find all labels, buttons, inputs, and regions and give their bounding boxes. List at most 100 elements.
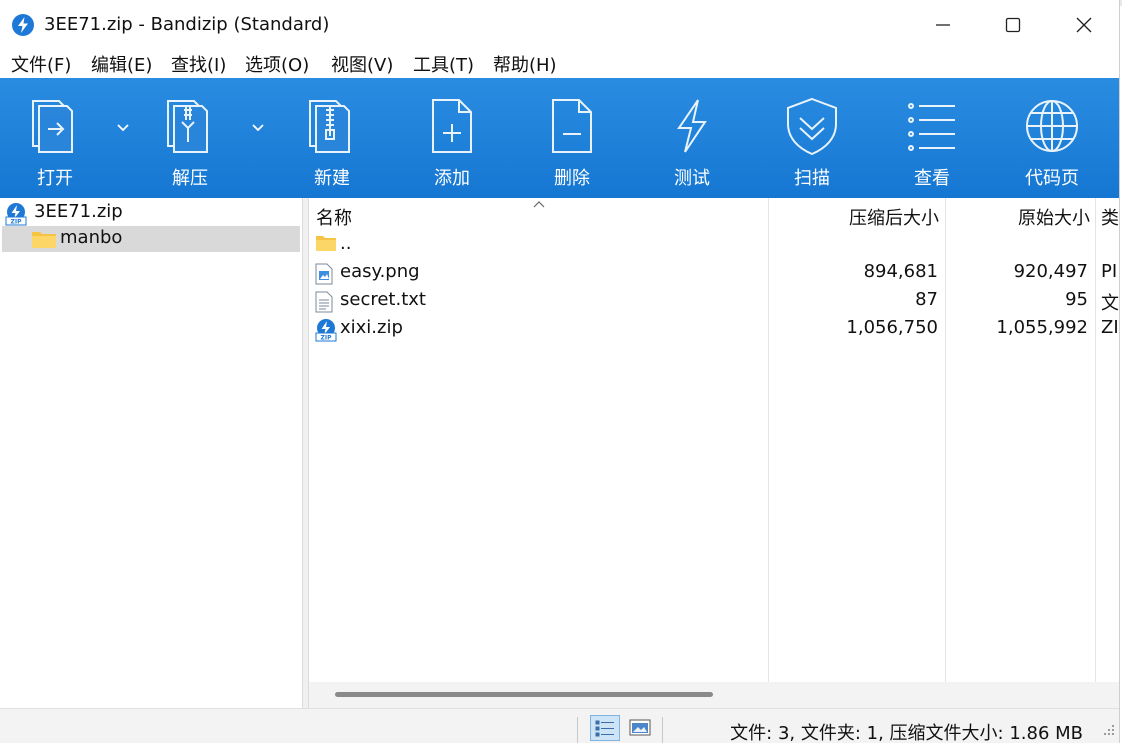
add-label: 添加 xyxy=(434,168,470,189)
file-type: PI xyxy=(1101,261,1118,282)
test-label: 测试 xyxy=(674,168,710,189)
maximize-icon xyxy=(1005,17,1021,33)
codepage-button[interactable]: 代码页 xyxy=(997,78,1107,198)
maximize-button[interactable] xyxy=(978,0,1048,50)
file-name: xixi.zip xyxy=(340,317,403,338)
list-view-icon xyxy=(908,103,955,151)
file-original-size: 95 xyxy=(1065,289,1088,310)
new-label: 新建 xyxy=(314,168,350,189)
menu-tools[interactable]: 工具(T) xyxy=(413,51,474,77)
globe-codepage-icon xyxy=(1026,100,1078,152)
column-compressed-label: 压缩后大小 xyxy=(849,208,939,229)
bandizip-window: 3EE71.zip - Bandizip (Standard) 文件(F) 编辑… xyxy=(0,0,1120,743)
status-divider xyxy=(662,717,663,743)
menu-view[interactable]: 视图(V) xyxy=(331,51,393,77)
folder-icon xyxy=(32,232,56,248)
scrollbar-thumb[interactable] xyxy=(335,692,713,697)
scan-button[interactable]: 扫描 xyxy=(757,78,867,198)
column-header-original[interactable]: 原始大小 xyxy=(946,198,1095,232)
extract-archive-icon xyxy=(167,100,208,153)
title-bar: 3EE71.zip - Bandizip (Standard) xyxy=(0,0,1119,50)
thumbnail-view-button[interactable] xyxy=(626,715,656,741)
window-title: 3EE71.zip - Bandizip (Standard) xyxy=(44,14,330,35)
svg-text:ZIP: ZIP xyxy=(11,219,23,226)
delete-button[interactable]: 删除 xyxy=(517,78,627,198)
close-button[interactable] xyxy=(1049,0,1119,50)
file-original-size: 920,497 xyxy=(1013,261,1088,282)
table-row[interactable]: .. xyxy=(309,231,1119,259)
file-name: secret.txt xyxy=(340,289,426,310)
open-label: 打开 xyxy=(37,168,73,189)
file-list: 名称 压缩后大小 原始大小 类 .. easy.png 894,681 920,… xyxy=(309,198,1119,682)
add-file-icon xyxy=(432,99,472,153)
sort-ascending-icon xyxy=(533,201,545,208)
table-row[interactable]: ZIP xixi.zip 1,056,750 1,055,992 ZI xyxy=(309,315,1119,343)
menu-options[interactable]: 选项(O) xyxy=(245,51,309,77)
status-summary: 文件: 3, 文件夹: 1, 压缩文件大小: 1.86 MB xyxy=(730,723,1083,743)
menu-bar: 文件(F) 编辑(E) 查找(I) 选项(O) 视图(V) 工具(T) 帮助(H… xyxy=(0,50,1119,78)
menu-file[interactable]: 文件(F) xyxy=(11,51,71,77)
zip-file-icon: ZIP xyxy=(315,319,337,342)
close-icon xyxy=(1076,17,1092,33)
column-type-label: 类 xyxy=(1101,208,1119,229)
file-name: easy.png xyxy=(340,261,420,282)
svg-text:ZIP: ZIP xyxy=(321,335,333,342)
lightning-test-icon xyxy=(677,99,707,153)
extract-label: 解压 xyxy=(172,168,208,189)
details-view-button[interactable] xyxy=(590,715,620,741)
test-button[interactable]: 测试 xyxy=(637,78,747,198)
folder-icon xyxy=(316,236,336,251)
toolbar: 打开 解压 新建 添加 删除 测试 扫描 查看 代码页 xyxy=(0,78,1119,198)
pane-splitter[interactable] xyxy=(302,198,309,708)
status-divider xyxy=(577,717,578,743)
open-button[interactable]: 打开 xyxy=(0,78,110,198)
minimize-icon xyxy=(936,24,950,26)
horizontal-scrollbar[interactable] xyxy=(309,682,1119,708)
tree-root-label: 3EE71.zip xyxy=(34,201,123,222)
extract-button[interactable]: 解压 xyxy=(135,78,245,198)
tree-item-archive-root[interactable]: ZIP 3EE71.zip xyxy=(0,200,302,226)
table-row[interactable]: secret.txt 87 95 文 xyxy=(309,287,1119,315)
new-archive-icon xyxy=(309,100,350,153)
view-button[interactable]: 查看 xyxy=(877,78,987,198)
thumbnail-view-icon xyxy=(629,719,651,736)
add-button[interactable]: 添加 xyxy=(397,78,507,198)
tree-folder-label: manbo xyxy=(60,227,123,248)
codepage-label: 代码页 xyxy=(1025,168,1079,189)
scan-label: 扫描 xyxy=(794,168,830,189)
menu-edit[interactable]: 编辑(E) xyxy=(91,51,152,77)
column-header-name[interactable]: 名称 xyxy=(309,198,768,232)
column-header-compressed[interactable]: 压缩后大小 xyxy=(769,198,945,232)
bandizip-logo-icon xyxy=(12,14,34,36)
open-archive-icon xyxy=(32,100,73,153)
minimize-button[interactable] xyxy=(908,0,978,50)
new-archive-button[interactable]: 新建 xyxy=(277,78,387,198)
resize-grip-icon[interactable] xyxy=(1102,723,1116,737)
file-original-size: 1,055,992 xyxy=(996,317,1088,338)
column-name-label: 名称 xyxy=(316,208,352,229)
open-dropdown-chevron-icon[interactable] xyxy=(114,120,132,136)
text-file-icon xyxy=(315,291,333,313)
file-name: .. xyxy=(340,233,352,254)
column-header-type[interactable]: 类 xyxy=(1096,198,1119,232)
image-file-icon xyxy=(315,263,333,285)
extract-dropdown-chevron-icon[interactable] xyxy=(249,120,267,136)
delete-label: 删除 xyxy=(554,168,590,189)
status-bar: 文件: 3, 文件夹: 1, 压缩文件大小: 1.86 MB xyxy=(0,708,1119,743)
file-compressed-size: 894,681 xyxy=(863,261,938,282)
menu-find[interactable]: 查找(I) xyxy=(171,51,226,77)
tree-item-folder-manbo[interactable]: manbo xyxy=(2,226,300,252)
details-view-icon xyxy=(595,720,614,737)
folder-tree: ZIP 3EE71.zip manbo xyxy=(0,198,302,708)
file-type: ZI xyxy=(1101,317,1119,338)
file-compressed-size: 87 xyxy=(915,289,938,310)
view-label: 查看 xyxy=(914,168,950,189)
shield-scan-icon xyxy=(787,97,837,156)
file-type: 文 xyxy=(1101,293,1119,314)
zip-archive-icon: ZIP xyxy=(5,203,27,226)
delete-file-icon xyxy=(552,99,592,153)
table-row[interactable]: easy.png 894,681 920,497 PI xyxy=(309,259,1119,287)
menu-help[interactable]: 帮助(H) xyxy=(493,51,557,77)
column-original-label: 原始大小 xyxy=(1018,208,1090,229)
file-compressed-size: 1,056,750 xyxy=(846,317,938,338)
